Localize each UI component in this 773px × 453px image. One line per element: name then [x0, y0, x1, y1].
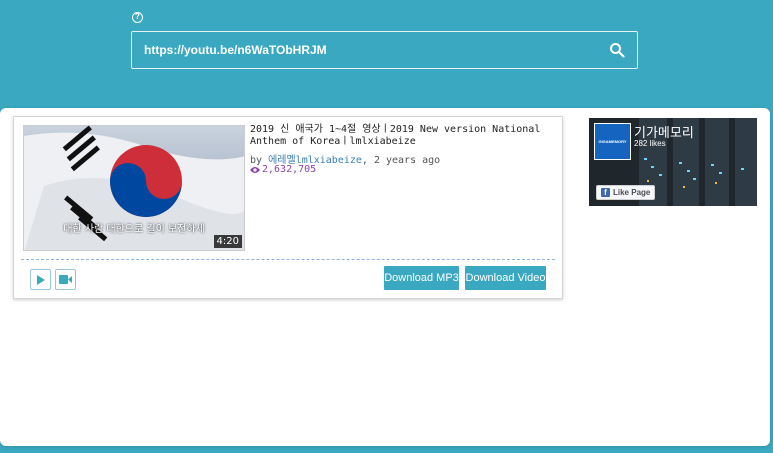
search-icon[interactable]	[609, 42, 625, 58]
results-panel: 대한 사람 대한으로 길이 보전하세 4:20 2019 신 애국가 1~4절 …	[0, 108, 770, 446]
url-search-field[interactable]: https://youtu.be/n6WaTObHRJM	[131, 31, 638, 69]
video-thumbnail[interactable]: 대한 사람 대한으로 길이 보전하세 4:20	[23, 125, 245, 251]
video-title[interactable]: 2019 신 애국가 1~4절 영상ㅣ2019 New version Nati…	[250, 124, 550, 148]
download-mp3-button[interactable]: Download MP3	[384, 266, 459, 290]
video-result-card: 대한 사람 대한으로 길이 보전하세 4:20 2019 신 애국가 1~4절 …	[13, 116, 563, 299]
video-camera-icon	[59, 275, 72, 284]
upload-age: , 2 years ago	[361, 155, 441, 166]
facebook-page-widget[interactable]: GIGAMEMORY 기가메모리 282 likes f Like Page	[589, 118, 757, 206]
help-icon[interactable]: ?	[132, 12, 143, 23]
card-divider	[21, 259, 555, 260]
play-button[interactable]	[30, 269, 51, 290]
video-caption: 대한 사람 대한으로 길이 보전하세	[63, 224, 205, 235]
view-count-value: 2,632,705	[262, 164, 317, 175]
video-duration: 4:20	[213, 235, 242, 248]
facebook-like-count: 282 likes	[634, 139, 666, 148]
video-camera-button[interactable]	[55, 269, 76, 290]
eye-icon	[250, 166, 260, 173]
page-logo: GIGAMEMORY	[594, 123, 631, 160]
url-input-value[interactable]: https://youtu.be/n6WaTObHRJM	[144, 43, 609, 57]
download-video-button[interactable]: Download Video	[465, 266, 546, 290]
facebook-icon: f	[601, 188, 610, 197]
play-icon	[37, 274, 45, 285]
like-button-label: Like Page	[613, 188, 651, 197]
facebook-like-button[interactable]: f Like Page	[596, 185, 656, 200]
view-count: 2,632,705	[250, 164, 316, 175]
